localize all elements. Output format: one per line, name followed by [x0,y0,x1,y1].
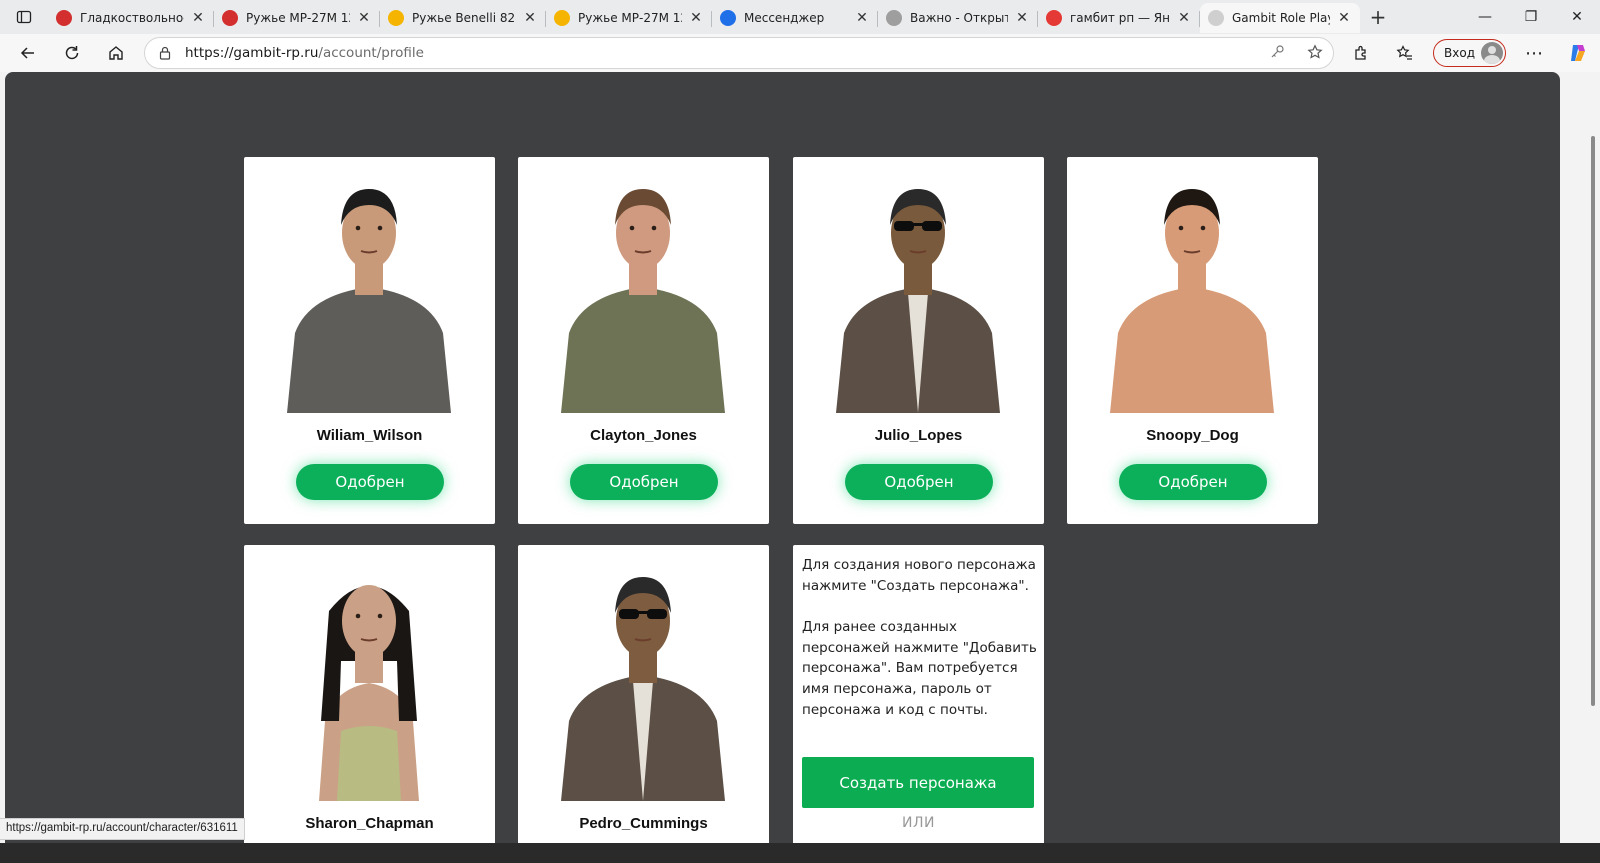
tab-close-icon[interactable]: ✕ [190,10,206,26]
character-portrait [828,183,1009,413]
approved-status-button[interactable]: Одобрен [570,464,718,500]
tab-favicon-icon [1208,10,1224,26]
more-menu-icon[interactable]: ⋯ [1512,43,1556,64]
character-portrait [279,183,460,413]
approved-status-button[interactable]: Одобрен [296,464,444,500]
url-text: https://gambit-rp.ru/account/profile [185,45,424,61]
character-name[interactable]: Snoopy_Dog [1067,427,1318,444]
browser-tab[interactable]: Мессенджер ✕ [712,3,878,33]
browser-tab[interactable]: Гладкоствольное о ✕ [48,3,214,33]
character-portrait-image [319,585,419,801]
favorites-icon[interactable] [1383,44,1427,62]
profile-avatar-icon [1481,42,1503,64]
tab-favicon-icon [1046,10,1062,26]
character-card[interactable]: Sharon_Chapman [244,545,495,863]
tab-strip: Гладкоствольное о✕Ружье МР-27М 12х✕Ружье… [0,0,1600,34]
character-portrait [279,571,460,801]
page-viewport: Wiliam_Wilson Одобрен Clayton_Jones Одобрен… [5,72,1560,863]
character-name[interactable]: Pedro_Cummings [518,815,769,832]
browser-tab[interactable]: Ружье МР-27М 12/ ✕ [546,3,712,33]
url-path: /account/profile [318,45,424,61]
tab-title: Гладкоствольное о [80,11,184,25]
tab-close-icon[interactable]: ✕ [688,10,704,26]
tab-favicon-icon [56,10,72,26]
tab-title: Важно - Открыто - [910,11,1008,25]
character-portrait-image [287,189,451,413]
url-host: https://gambit-rp.ru [185,45,319,61]
close-window-icon[interactable]: ✕ [1554,0,1600,34]
page-scrollbar[interactable] [1586,72,1600,863]
character-card[interactable]: Snoopy_Dog Одобрен [1067,157,1318,524]
tab-close-icon[interactable]: ✕ [356,10,372,26]
tab-title: Мессенджер [744,11,825,25]
tab-close-icon[interactable]: ✕ [522,10,538,26]
home-icon[interactable] [94,34,138,72]
new-tab-button[interactable]: + [1360,5,1396,29]
character-portrait [553,183,734,413]
login-button[interactable]: Вход [1433,39,1506,67]
or-separator: ИЛИ [902,815,935,831]
address-bar[interactable]: https://gambit-rp.ru/account/profile [144,37,1334,69]
tab-title: Ружье МР-27М 12/ [578,11,682,25]
browser-tab[interactable]: Важно - Открыто - ✕ [878,3,1038,33]
tab-actions-icon[interactable] [0,0,48,34]
browser-tab[interactable]: Ружье Benelli 828 U ✕ [380,3,546,33]
tab-favicon-icon [222,10,238,26]
tab-title: Ружье МР-27М 12х [246,11,350,25]
favorite-star-icon[interactable] [1307,44,1323,64]
restore-icon[interactable]: ❐ [1508,0,1554,34]
tab-title: гамбит рп — Яндек [1070,11,1170,25]
info-card: Для создания нового персонажа нажмите "С… [793,545,1044,863]
character-portrait [1102,183,1283,413]
site-info-icon[interactable] [145,46,185,60]
back-icon[interactable] [6,34,50,72]
browser-tab[interactable]: Gambit Role Play - ✕ [1200,3,1360,33]
character-name[interactable]: Sharon_Chapman [244,815,495,832]
character-portrait-image [836,189,1000,413]
add-hint-text: Для ранее созданных персонажей нажмите "… [802,619,1037,718]
copilot-icon[interactable] [1556,42,1600,64]
taskbar-edge [0,843,1600,863]
tab-favicon-icon [886,10,902,26]
tab-close-icon[interactable]: ✕ [854,10,870,26]
tab-favicon-icon [388,10,404,26]
character-name[interactable]: Clayton_Jones [518,427,769,444]
tab-close-icon[interactable]: ✕ [1176,10,1192,26]
character-card[interactable]: Clayton_Jones Одобрен [518,157,769,524]
tab-title: Ружье Benelli 828 U [412,11,516,25]
character-card[interactable]: Julio_Lopes Одобрен [793,157,1044,524]
login-label: Вход [1444,46,1475,60]
extensions-icon[interactable] [1339,44,1383,62]
reload-icon[interactable] [50,34,94,72]
create-character-button[interactable]: Создать персонажа [802,757,1034,808]
tab-title: Gambit Role Play - [1232,11,1330,25]
character-card[interactable]: Pedro_Cummings [518,545,769,863]
approved-status-button[interactable]: Одобрен [845,464,993,500]
character-name[interactable]: Wiliam_Wilson [244,427,495,444]
window-controls: — ❐ ✕ [1462,0,1600,34]
character-card[interactable]: Wiliam_Wilson Одобрен [244,157,495,524]
character-portrait-image [561,189,725,413]
tab-close-icon[interactable]: ✕ [1014,10,1030,26]
character-name[interactable]: Julio_Lopes [793,427,1044,444]
scrollbar-thumb[interactable] [1591,136,1595,706]
character-portrait-image [1110,189,1274,413]
browser-tab[interactable]: Ружье МР-27М 12х ✕ [214,3,380,33]
browser-tab[interactable]: гамбит рп — Яндек ✕ [1038,3,1200,33]
tab-close-icon[interactable]: ✕ [1336,10,1352,26]
character-portrait [553,571,734,801]
character-portrait-image [561,577,725,801]
browser-toolbar: https://gambit-rp.ru/account/profile Вхо… [0,34,1600,72]
status-bar-url: https://gambit-rp.ru/account/character/6… [0,818,245,840]
minimize-icon[interactable]: — [1462,0,1508,34]
create-hint-text: Для создания нового персонажа нажмите "С… [802,557,1036,594]
tab-favicon-icon [720,10,736,26]
tab-favicon-icon [554,10,570,26]
approved-status-button[interactable]: Одобрен [1119,464,1267,500]
key-icon[interactable] [1269,44,1285,64]
